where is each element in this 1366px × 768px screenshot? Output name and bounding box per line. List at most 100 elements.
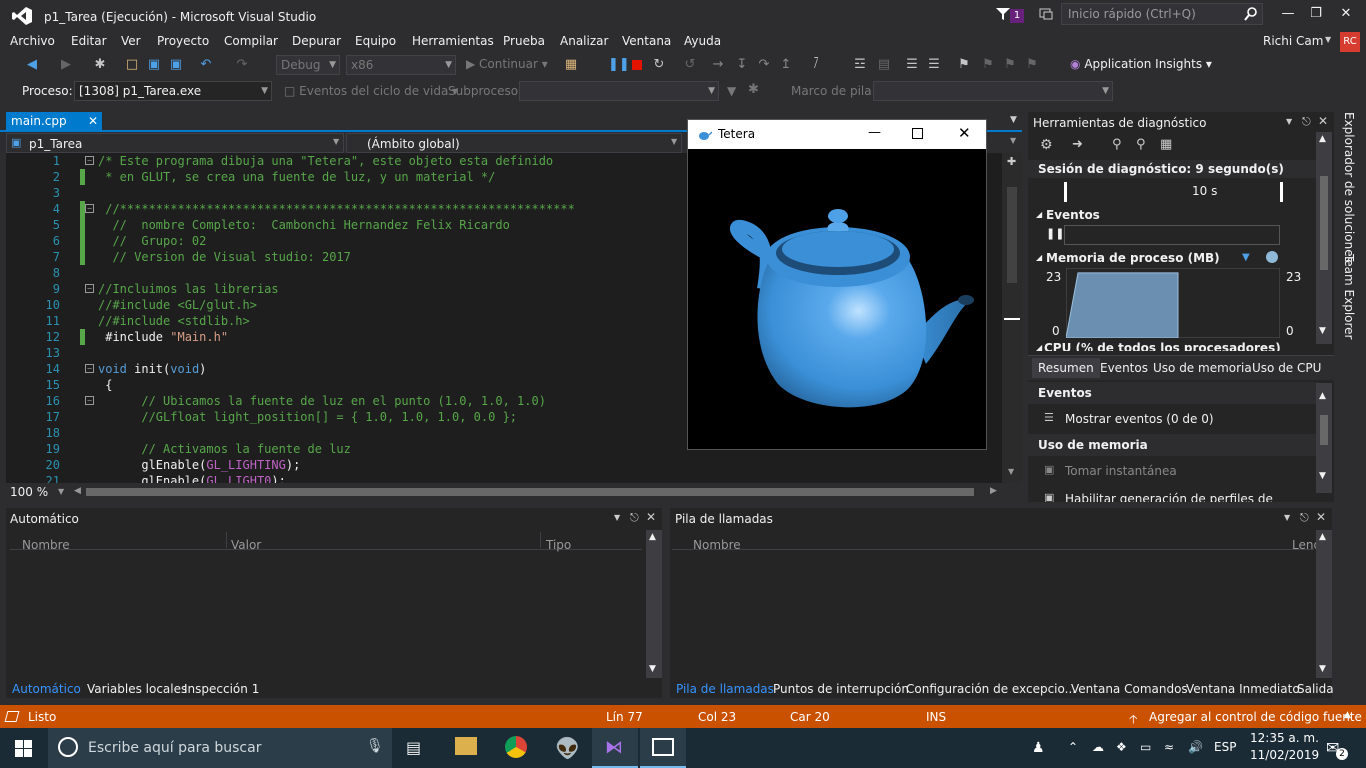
back-icon[interactable]: ◀ <box>24 57 40 73</box>
column-valor[interactable]: Valor <box>231 538 261 552</box>
taskbar-search-input[interactable]: Escribe aquí para buscar 🎙 <box>48 728 392 768</box>
zoom-level[interactable]: 100 % <box>10 485 48 499</box>
volume-icon[interactable]: 🔊 <box>1188 740 1203 754</box>
tab-salida[interactable]: Salida <box>1297 682 1334 696</box>
column-lenguaje[interactable]: Leng <box>1292 538 1318 550</box>
tetera-maximize-button[interactable] <box>912 128 923 139</box>
forward-icon[interactable]: ▶ <box>58 57 74 73</box>
filter-icon[interactable] <box>996 7 1010 21</box>
member-chevron-down-icon[interactable]: ▼ <box>1010 136 1016 145</box>
thread-select[interactable]: ▼ <box>519 81 719 101</box>
fold-toggle-icon[interactable]: − <box>85 364 94 373</box>
file-explorer-icon[interactable] <box>455 737 477 755</box>
application-insights-button[interactable]: ◉ Application Insights ▾ <box>1070 57 1212 71</box>
code-line[interactable]: 20 glEnable(GL_LIGHTING); <box>6 457 1002 473</box>
continue-button[interactable]: ▶ Continuar ▾ <box>466 57 548 71</box>
fold-toggle-icon[interactable]: − <box>85 396 94 405</box>
tab-puntos-interrupcion[interactable]: Puntos de interrupción <box>773 682 909 696</box>
pin-icon[interactable]: ⎋ <box>1300 511 1309 525</box>
dropbox-icon[interactable]: ❖ <box>1116 740 1127 754</box>
code-line[interactable]: 21 glEnable(GL_LIGHT0); <box>6 473 1002 483</box>
step-into-icon[interactable]: ↧ <box>734 57 750 73</box>
clock-date[interactable]: 11/02/2019 <box>1250 748 1319 762</box>
user-name[interactable]: Richi Cam <box>1263 34 1323 48</box>
breakpoints-icon[interactable]: ▤ <box>876 57 892 73</box>
threads-icon[interactable]: ✱ <box>748 82 759 97</box>
menu-ventana[interactable]: Ventana <box>622 34 671 48</box>
menu-equipo[interactable]: Equipo <box>355 34 396 48</box>
tab-uso-cpu[interactable]: Uso de CPU <box>1252 361 1321 375</box>
tetera-close-button[interactable]: ✕ <box>958 124 971 142</box>
panel-menu-chevron-down-icon[interactable]: ▼ <box>1286 117 1292 126</box>
close-icon[interactable]: ✕ <box>88 112 98 130</box>
restart-icon[interactable]: ↻ <box>651 57 667 73</box>
process-select[interactable]: [1308] p1_Tarea.exe ▼ <box>74 81 272 101</box>
timeline-start-handle[interactable] <box>1064 182 1067 202</box>
take-snapshot-button[interactable]: Tomar instantánea <box>1065 464 1177 478</box>
horizontal-scrollbar-thumb[interactable] <box>86 488 974 496</box>
tab-variables-locales[interactable]: Variables locales <box>87 682 187 696</box>
clock-time[interactable]: 12:35 a. m. <box>1250 731 1319 745</box>
pin-icon[interactable]: ⎋ <box>630 511 639 525</box>
panel-menu-chevron-down-icon[interactable]: ▼ <box>614 513 620 522</box>
scroll-up-icon[interactable]: ▲ <box>1319 134 1326 144</box>
chrome-icon[interactable] <box>505 736 527 758</box>
bookmark-icon[interactable]: ⚑ <box>956 57 972 73</box>
export-icon[interactable]: ➜ <box>1072 137 1083 152</box>
save-icon[interactable]: ▣ <box>146 57 162 73</box>
windows-start-icon[interactable] <box>15 740 32 757</box>
stack-frame-select[interactable]: ▼ <box>873 81 1113 101</box>
menu-archivo[interactable]: Archivo <box>10 34 55 48</box>
scrollbar-thumb[interactable] <box>1320 176 1328 270</box>
save-all-icon[interactable]: ▣ <box>168 57 184 73</box>
tab-pila-llamadas[interactable]: Pila de llamadas <box>676 682 774 696</box>
heap-profiling-checkbox[interactable]: Habilitar generación de perfiles de mont… <box>1065 492 1318 502</box>
tab-inspeccion-1[interactable]: Inspección 1 <box>184 682 259 696</box>
autos-scrollbar[interactable]: ▲ ▼ <box>646 530 662 678</box>
tab-solution-explorer[interactable]: Explorador de soluciones <box>1340 112 1360 263</box>
align-right-icon[interactable]: ☰ <box>926 57 942 73</box>
user-chevron-down-icon[interactable]: ▼ <box>1325 35 1331 44</box>
clear-bookmark-icon[interactable]: ⚑ <box>1024 57 1040 73</box>
tab-ventana-inmediato[interactable]: Ventana Inmediato <box>1186 682 1300 696</box>
next-bookmark-icon[interactable]: ⚑ <box>1002 57 1018 73</box>
zoom-in-icon[interactable]: ⚲ <box>1112 137 1122 152</box>
show-events-link[interactable]: Mostrar eventos (0 de 0) <box>1065 412 1214 426</box>
show-next-statement-icon[interactable]: → <box>710 57 726 73</box>
scrollbar-thumb[interactable] <box>1320 415 1328 445</box>
scroll-down-icon[interactable]: ▼ <box>1319 664 1326 674</box>
tab-main-cpp[interactable]: main.cpp ✕ <box>6 112 102 130</box>
redo-icon[interactable]: ↷ <box>234 57 250 73</box>
panel-menu-chevron-down-icon[interactable]: ▼ <box>1284 513 1290 522</box>
menu-ayuda[interactable]: Ayuda <box>684 34 721 48</box>
panel-close-icon[interactable]: ✕ <box>1316 510 1326 524</box>
configuration-select[interactable]: Debug ▼ <box>276 55 340 75</box>
close-button[interactable]: ✕ <box>1336 6 1356 22</box>
taskbar-tetera[interactable] <box>640 728 686 768</box>
feedback-icon[interactable] <box>1038 6 1054 22</box>
call-stack-scrollbar[interactable]: ▲ ▼ <box>1316 530 1332 678</box>
cpu-expand-icon[interactable]: ◢ <box>1036 343 1042 352</box>
menu-ver[interactable]: Ver <box>121 34 141 48</box>
process-icon[interactable]: ▦ <box>563 57 579 73</box>
scroll-down-icon[interactable]: ▼ <box>1319 471 1326 481</box>
reset-view-icon[interactable]: ▦ <box>1160 137 1172 152</box>
menu-prueba[interactable]: Prueba <box>503 34 545 48</box>
notification-badge[interactable]: 1 <box>1010 9 1024 23</box>
split-icon[interactable]: ✚ <box>1007 155 1016 168</box>
scroll-left-icon[interactable]: ◀ <box>74 486 81 496</box>
zoom-out-icon[interactable]: ⚲ <box>1136 137 1146 152</box>
pause-icon[interactable]: ❚❚ <box>608 57 630 73</box>
platform-select[interactable]: x86 ▼ <box>346 55 456 75</box>
scroll-down-icon[interactable]: ▼ <box>649 664 656 674</box>
column-nombre[interactable]: Nombre <box>693 538 741 552</box>
project-select[interactable]: ▣ p1_Tarea ▼ <box>6 133 344 153</box>
tab-uso-memoria[interactable]: Uso de memoria <box>1153 361 1252 375</box>
quick-launch-input[interactable]: Inicio rápido (Ctrl+Q) <box>1061 3 1263 25</box>
tetera-title-bar[interactable]: Tetera — ✕ <box>688 120 986 149</box>
timeline-end-handle[interactable] <box>1280 182 1283 202</box>
menu-compilar[interactable]: Compilar <box>224 34 278 48</box>
hex-display-icon[interactable]: ⧶ <box>808 57 824 73</box>
pause-events-icon[interactable]: ❚❚ <box>1046 227 1064 240</box>
scroll-down-icon[interactable]: ▼ <box>1008 467 1014 476</box>
